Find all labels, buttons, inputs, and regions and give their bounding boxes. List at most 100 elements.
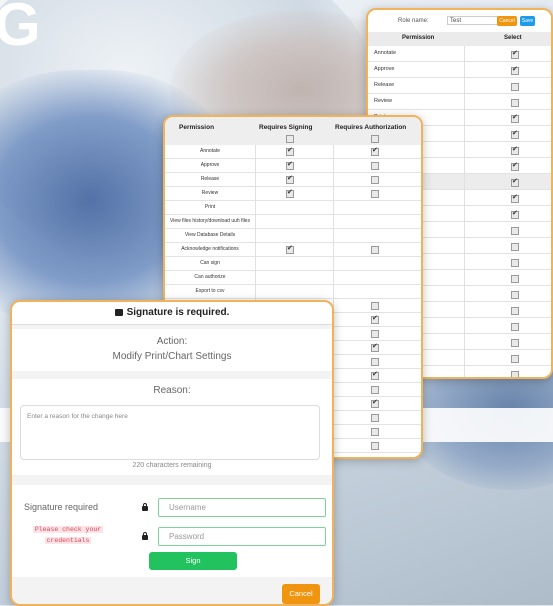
- permission-label: Acknowledge notifications: [181, 246, 239, 252]
- permission-table-row: Review: [165, 187, 421, 201]
- reason-textarea[interactable]: Enter a reason for the change here: [20, 405, 320, 460]
- cancel-button[interactable]: Cancel: [282, 584, 320, 604]
- select-checkbox[interactable]: [511, 243, 519, 251]
- column-permission: Permission: [402, 35, 435, 41]
- reason-label: Reason:: [153, 385, 191, 396]
- permission-label: Release: [200, 176, 220, 182]
- permission-label: Approve: [374, 66, 395, 72]
- requires-authorization-checkbox[interactable]: [371, 414, 379, 422]
- permission-table-row: Can sign: [165, 257, 421, 271]
- sign-button[interactable]: Sign: [149, 552, 237, 570]
- permission-label: Approve: [200, 162, 220, 168]
- select-checkbox[interactable]: [511, 49, 519, 59]
- permission-table-row: Release: [165, 173, 421, 187]
- select-checkbox[interactable]: [511, 145, 519, 155]
- permission-label: View Database Details: [184, 232, 236, 238]
- characters-remaining: 220 characters remaining: [132, 462, 212, 469]
- permission-label: Can sign: [200, 260, 220, 266]
- select-checkbox[interactable]: [511, 193, 519, 203]
- select-checkbox[interactable]: [511, 177, 519, 187]
- permission-table-row: Approve: [165, 159, 421, 173]
- credentials-error: Please check your credentials: [32, 526, 104, 544]
- select-checkbox[interactable]: [511, 275, 519, 283]
- select-all-signing-checkbox[interactable]: [286, 135, 294, 143]
- role-table-row: Approve: [368, 62, 551, 78]
- select-checkbox[interactable]: [511, 323, 519, 331]
- role-cancel-button[interactable]: Cancel: [497, 16, 517, 26]
- requires-signing-checkbox[interactable]: [286, 146, 294, 156]
- select-checkbox[interactable]: [511, 209, 519, 219]
- select-checkbox[interactable]: [511, 227, 519, 235]
- action-section: Action: Modify Print/Chart Settings: [12, 329, 332, 371]
- requires-authorization-checkbox[interactable]: [371, 370, 379, 380]
- role-table-row: Release: [368, 78, 551, 94]
- role-table-row: Annotate: [368, 46, 551, 62]
- requires-authorization-checkbox[interactable]: [371, 190, 379, 198]
- action-label: Action:: [156, 336, 188, 347]
- permission-table-header: Permission Requires Signing Requires Aut…: [165, 117, 421, 145]
- select-checkbox[interactable]: [511, 65, 519, 75]
- permission-table-row: View Database Details: [165, 229, 421, 243]
- dialog-title-bar: Signature is required.: [12, 302, 332, 325]
- select-checkbox[interactable]: [511, 355, 519, 363]
- column-select: Select: [504, 35, 522, 41]
- select-checkbox[interactable]: [511, 259, 519, 267]
- permission-table-row: Export to csv: [165, 285, 421, 299]
- action-value: Modify Print/Chart Settings: [112, 351, 232, 362]
- requires-signing-checkbox[interactable]: [286, 188, 294, 198]
- select-checkbox[interactable]: [511, 113, 519, 123]
- permission-table-row: Annotate: [165, 145, 421, 159]
- requires-signing-checkbox[interactable]: [286, 160, 294, 170]
- permission-label: Can authorize: [194, 274, 226, 280]
- role-table-row: Review: [368, 94, 551, 110]
- permission-table-row: Acknowledge notifications: [165, 243, 421, 257]
- permission-table-row: Can authorize: [165, 271, 421, 285]
- lock-icon: [114, 309, 123, 316]
- requires-authorization-checkbox[interactable]: [371, 146, 379, 156]
- permission-label: Annotate: [199, 148, 221, 154]
- select-checkbox[interactable]: [511, 161, 519, 171]
- requires-authorization-checkbox[interactable]: [371, 302, 379, 310]
- dialog-title: Signature is required.: [126, 307, 230, 318]
- permission-label: Export to csv: [195, 288, 225, 294]
- requires-authorization-checkbox[interactable]: [371, 246, 379, 254]
- lock-icon: [142, 532, 148, 540]
- permission-label: Review: [374, 98, 393, 104]
- role-save-button[interactable]: Save: [520, 16, 535, 26]
- permission-label: Annotate: [374, 50, 397, 56]
- requires-signing-checkbox[interactable]: [286, 244, 294, 254]
- select-checkbox[interactable]: [511, 83, 519, 91]
- password-input[interactable]: Password: [158, 527, 326, 546]
- permission-table-row: Print: [165, 201, 421, 215]
- select-checkbox[interactable]: [511, 307, 519, 315]
- requires-authorization-checkbox[interactable]: [371, 442, 379, 450]
- username-input[interactable]: Username: [158, 498, 326, 517]
- permission-label: View files history/download uuh files: [170, 218, 250, 224]
- permission-label: Release: [374, 82, 395, 88]
- select-checkbox[interactable]: [511, 291, 519, 299]
- select-checkbox[interactable]: [511, 339, 519, 347]
- requires-authorization-checkbox[interactable]: [371, 176, 379, 184]
- requires-signing-checkbox[interactable]: [286, 174, 294, 184]
- requires-authorization-checkbox[interactable]: [371, 398, 379, 408]
- role-name-label: Role name:: [398, 18, 429, 24]
- column-requires-authorization: Requires Authorization: [335, 124, 407, 131]
- requires-authorization-checkbox[interactable]: [371, 314, 379, 324]
- permission-table-row: View files history/download uuh files: [165, 215, 421, 229]
- requires-authorization-checkbox[interactable]: [371, 358, 379, 366]
- permission-label: Review: [201, 190, 219, 196]
- requires-authorization-checkbox[interactable]: [371, 386, 379, 394]
- requires-authorization-checkbox[interactable]: [371, 342, 379, 352]
- requires-authorization-checkbox[interactable]: [371, 330, 379, 338]
- signature-dialog: Signature is required. Action: Modify Pr…: [10, 300, 334, 606]
- requires-authorization-checkbox[interactable]: [371, 162, 379, 170]
- select-all-authorization-checkbox[interactable]: [371, 135, 379, 143]
- select-checkbox[interactable]: [511, 371, 519, 377]
- logo-fragment: G: [0, 0, 43, 58]
- permission-label: Print: [204, 204, 216, 210]
- select-checkbox[interactable]: [511, 99, 519, 107]
- role-table-header: Permission Select: [368, 32, 551, 46]
- requires-authorization-checkbox[interactable]: [371, 428, 379, 436]
- column-permission: Permission: [179, 124, 215, 131]
- select-checkbox[interactable]: [511, 129, 519, 139]
